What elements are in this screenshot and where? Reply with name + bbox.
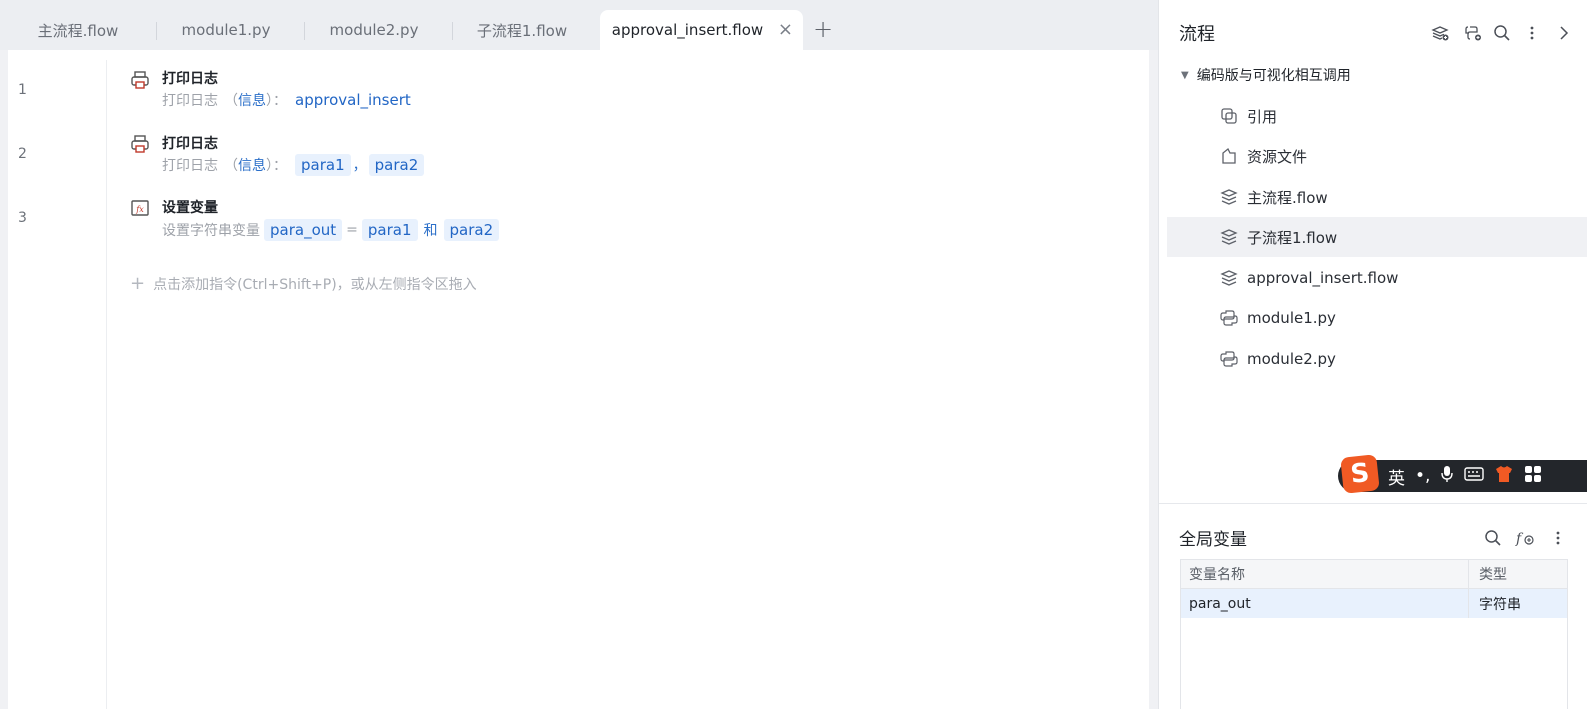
microphone-icon[interactable]: [1440, 465, 1454, 488]
keyboard-icon[interactable]: [1464, 466, 1485, 487]
tab-label: module2.py: [329, 21, 419, 39]
chevron-right-icon[interactable]: [1553, 22, 1575, 44]
sogou-logo-icon[interactable]: S: [1340, 454, 1380, 494]
variable-icon: fx: [131, 200, 149, 216]
table-row[interactable]: para_out 字符串: [1181, 589, 1567, 618]
close-icon[interactable]: ×: [778, 19, 793, 40]
tree-item-approval-insert[interactable]: approval_insert.flow: [1167, 258, 1587, 298]
printer-icon: [131, 71, 149, 89]
ime-mode[interactable]: 英: [1388, 464, 1405, 489]
add-variable-icon[interactable]: f: [1514, 527, 1536, 549]
svg-text:fx: fx: [135, 205, 144, 214]
command-desc[interactable]: 打印日志 （ 信息 ）： approval_insert: [162, 89, 411, 111]
tree-item-main-flow[interactable]: 主流程.flow: [1167, 177, 1587, 217]
command-title[interactable]: 设置变量: [162, 197, 218, 217]
param-chip[interactable]: para1: [295, 154, 351, 176]
printer-icon: [131, 135, 149, 153]
tab-module1[interactable]: module1.py: [156, 10, 296, 50]
ime-punct[interactable]: •,: [1415, 466, 1430, 486]
layers-icon: [1219, 187, 1239, 207]
param-value[interactable]: approval_insert: [295, 91, 411, 109]
param-chip[interactable]: para1: [361, 219, 418, 241]
line-number: 1: [18, 82, 27, 98]
more-icon[interactable]: [1521, 22, 1543, 44]
layers-icon: [1219, 268, 1239, 288]
right-panel: 流程 ▼ 编码版与可视化相互调用 引用 资源文件 主流程.flow 子流程1.f…: [1158, 0, 1587, 709]
python-icon: [1219, 349, 1239, 369]
tree-item-resources[interactable]: 资源文件: [1167, 136, 1587, 176]
tab-main-flow[interactable]: 主流程.flow: [8, 10, 148, 50]
tab-label: approval_insert.flow: [611, 21, 764, 39]
tab-label: module1.py: [181, 21, 271, 39]
param-name: 信息: [238, 93, 266, 109]
global-vars-table: 变量名称 类型 para_out 字符串: [1180, 559, 1568, 709]
tree-item-module2[interactable]: module2.py: [1167, 339, 1587, 379]
new-module-icon[interactable]: [1462, 22, 1484, 44]
flow-panel-title: 流程: [1179, 24, 1215, 45]
table-header: 变量名称 类型: [1181, 560, 1567, 589]
tab-bar: 主流程.flow module1.py module2.py 子流程1.flow…: [0, 0, 1158, 50]
tree-item-reference[interactable]: 引用: [1167, 96, 1587, 136]
reference-icon: [1219, 106, 1239, 126]
search-icon[interactable]: [1491, 22, 1513, 44]
variable-chip[interactable]: para_out: [264, 219, 343, 241]
python-icon: [1219, 308, 1239, 328]
svg-text:f: f: [1515, 531, 1524, 547]
tab-approval-insert[interactable]: approval_insert.flow ×: [600, 10, 803, 50]
column-header: 类型: [1479, 567, 1507, 583]
tab-module2[interactable]: module2.py: [304, 10, 444, 50]
command-desc[interactable]: 设置字符串变量 para_out = para1 和 para2: [162, 219, 501, 241]
param-name: 信息: [238, 158, 266, 174]
tree-root[interactable]: ▼ 编码版与可视化相互调用: [1181, 65, 1351, 85]
param-chip[interactable]: para2: [368, 154, 425, 176]
search-icon[interactable]: [1482, 527, 1504, 549]
flow-editor: 1 打印日志 打印日志 （ 信息 ）： approval_insert 2 打印…: [8, 50, 1149, 709]
tree-item-subflow1[interactable]: 子流程1.flow: [1167, 217, 1587, 257]
tab-label: 主流程.flow: [37, 21, 119, 40]
toolbox-icon[interactable]: [1524, 465, 1542, 488]
ime-toolbar[interactable]: S 英 •,: [1338, 454, 1587, 494]
var-type-cell[interactable]: 字符串: [1469, 594, 1567, 614]
command-desc[interactable]: 打印日志 （ 信息 ）： para1 ， para2: [162, 154, 426, 176]
resource-icon: [1219, 146, 1239, 166]
column-header: 变量名称: [1181, 560, 1469, 588]
caret-down-icon[interactable]: ▼: [1181, 70, 1189, 81]
skin-icon[interactable]: [1494, 465, 1514, 488]
line-number: 2: [18, 146, 27, 162]
command-title[interactable]: 打印日志: [162, 68, 218, 88]
layers-icon: [1219, 227, 1239, 247]
tree-item-module1[interactable]: module1.py: [1167, 298, 1587, 338]
add-command-hint[interactable]: + 点击添加指令(Ctrl+Shift+P)，或从左侧指令区拖入: [130, 273, 477, 294]
var-name-cell[interactable]: para_out: [1181, 589, 1469, 618]
plus-icon: +: [130, 273, 146, 294]
new-flow-icon[interactable]: [1429, 22, 1451, 44]
command-title[interactable]: 打印日志: [162, 133, 218, 153]
tab-label: 子流程1.flow: [476, 21, 568, 40]
add-tab-button[interactable]: +: [808, 14, 838, 44]
param-chip[interactable]: para2: [443, 219, 500, 241]
global-vars-title: 全局变量: [1179, 530, 1247, 550]
line-number: 3: [18, 210, 27, 226]
tab-subflow1[interactable]: 子流程1.flow: [452, 10, 592, 50]
more-icon[interactable]: [1547, 527, 1569, 549]
